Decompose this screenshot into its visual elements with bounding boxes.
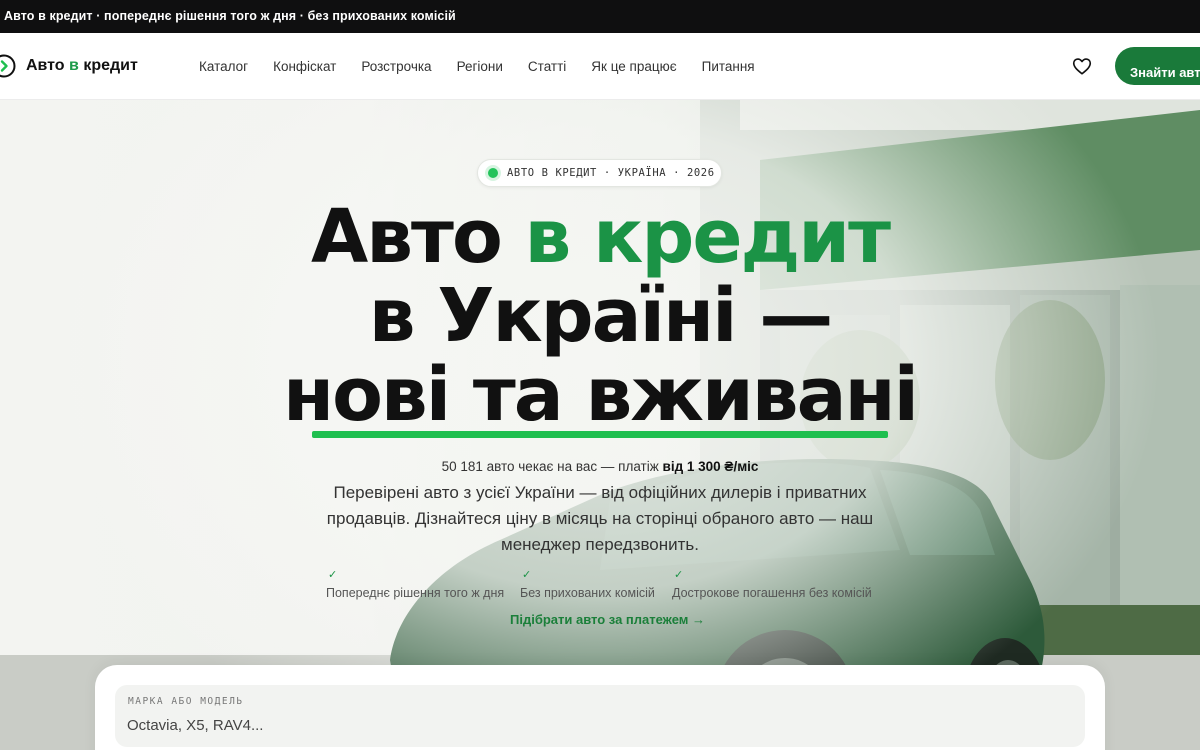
status-dot-icon <box>488 168 498 178</box>
nav-item-regions[interactable]: Регіони <box>457 59 503 74</box>
search-label: МАРКА АБО МОДЕЛЬ <box>128 696 244 707</box>
hero-headline: Авто в кредит в Україні — нові та вживан… <box>282 194 919 438</box>
announcement-text: Авто в кредит · попереднє рішення того ж… <box>4 9 456 23</box>
nav-item-articles[interactable]: Статті <box>528 59 566 74</box>
hero-description: Перевірені авто з усієї України — від оф… <box>326 483 874 554</box>
feature-label: Попереднє рішення того ж дня <box>326 586 505 600</box>
nav-item-how-it-works[interactable]: Як це працює <box>591 59 676 74</box>
badge-text: АВТО В КРЕДИТ · УКРАЇНА · 2026 <box>507 167 715 179</box>
pick-by-payment-link[interactable]: Підібрати авто за платежем → <box>510 612 705 627</box>
announcement-bar: Авто в кредит · попереднє рішення того ж… <box>0 0 1200 33</box>
search-card: МАРКА АБО МОДЕЛЬ <box>95 665 1105 750</box>
nav-item-faq[interactable]: Питання <box>702 59 755 74</box>
check-icon: ✓ <box>328 569 338 581</box>
feature-label: Без прихованих комісій <box>520 586 655 600</box>
logo[interactable]: Авто в кредит <box>0 53 138 79</box>
headline-underline <box>312 431 888 438</box>
nav-item-catalog[interactable]: Каталог <box>199 59 248 74</box>
site-header: Авто в кредит Каталог Конфіскат Розстроч… <box>0 33 1200 100</box>
logo-text: Авто в кредит <box>26 57 138 74</box>
arrow-circle-icon <box>0 54 16 78</box>
check-icon: ✓ <box>522 569 532 581</box>
feature-label: Дострокове погашення без комісій <box>672 586 872 600</box>
search-input[interactable] <box>127 713 1027 737</box>
check-icon: ✓ <box>674 569 684 581</box>
hero-badge: АВТО В КРЕДИТ · УКРАЇНА · 2026 <box>477 159 722 187</box>
search-field[interactable]: МАРКА АБО МОДЕЛЬ <box>115 685 1085 747</box>
main-nav: Каталог Конфіскат Розстрочка Регіони Ста… <box>199 59 780 74</box>
hero-stats: 50 181 авто чекає на вас — платіж від 1 … <box>441 459 759 474</box>
hero-section: АВТО В КРЕДИТ · УКРАЇНА · 2026 Авто в кр… <box>0 100 1200 750</box>
heart-icon[interactable] <box>1071 55 1093 77</box>
find-car-button[interactable]: Знайти авто <box>1115 47 1200 85</box>
nav-item-installments[interactable]: Розстрочка <box>361 59 431 74</box>
nav-item-confiscated[interactable]: Конфіскат <box>273 59 336 74</box>
